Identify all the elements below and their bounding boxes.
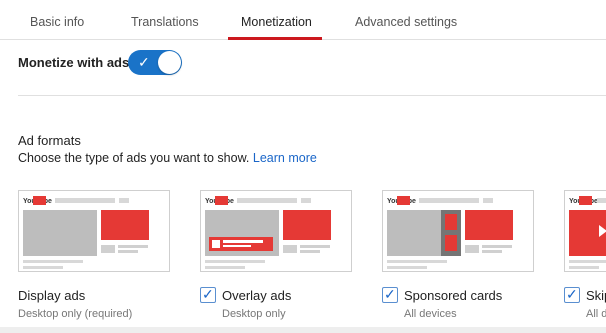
display-ad-block	[101, 210, 149, 240]
toggle-knob	[158, 51, 181, 74]
sponsored-cards-thumbnail: YouTube	[382, 190, 534, 272]
checkmark-icon: ✓	[566, 286, 578, 302]
ad-formats-description: Choose the type of ads you want to show.…	[18, 151, 317, 165]
tab-translations[interactable]: Translations	[131, 15, 199, 29]
sponsored-cards-sub: All devices	[404, 308, 457, 320]
checkmark-icon: ✓	[138, 54, 150, 70]
overlay-ads-sub: Desktop only	[222, 308, 286, 320]
ad-formats-description-text: Choose the type of ads you want to show.	[18, 151, 250, 165]
sponsored-cards-label: Sponsored cards	[404, 288, 503, 303]
checkmark-icon: ✓	[384, 286, 396, 302]
skippable-ads-label: Skip	[586, 288, 606, 303]
monetize-toggle[interactable]: ✓	[128, 50, 182, 75]
overlay-ads-label: Overlay ads	[222, 288, 292, 303]
section-divider	[18, 95, 606, 96]
video-placeholder	[23, 210, 97, 256]
skippable-ads-thumbnail: YouTube	[564, 190, 606, 272]
skippable-ads-checkbox[interactable]: ✓	[564, 286, 580, 303]
youtube-logo-icon	[33, 196, 46, 205]
ad-formats-title: Ad formats	[18, 133, 81, 148]
bottom-divider	[0, 327, 606, 333]
sponsored-cards-checkbox[interactable]: ✓	[382, 286, 398, 303]
monetize-label: Monetize with ads	[18, 55, 130, 70]
learn-more-link[interactable]: Learn more	[253, 151, 317, 165]
skippable-ads-sub: All d	[586, 308, 606, 320]
tab-advanced-settings[interactable]: Advanced settings	[355, 15, 457, 29]
youtube-logo-icon	[215, 196, 228, 205]
tab-bar: Basic info Translations Monetization Adv…	[0, 0, 606, 40]
display-ads-label: Display ads	[18, 288, 86, 303]
tab-basic-info[interactable]: Basic info	[30, 15, 84, 29]
display-ads-sub: Desktop only (required)	[18, 308, 133, 320]
display-ads-thumbnail: YouTube	[18, 190, 170, 272]
overlay-ads-thumbnail: YouTube	[200, 190, 352, 272]
overlay-ads-checkbox[interactable]: ✓	[200, 286, 216, 303]
active-tab-indicator	[228, 37, 322, 40]
youtube-logo-icon	[397, 196, 410, 205]
checkmark-icon: ✓	[202, 286, 214, 302]
tab-monetization[interactable]: Monetization	[241, 15, 312, 29]
youtube-logo-icon	[579, 196, 592, 205]
